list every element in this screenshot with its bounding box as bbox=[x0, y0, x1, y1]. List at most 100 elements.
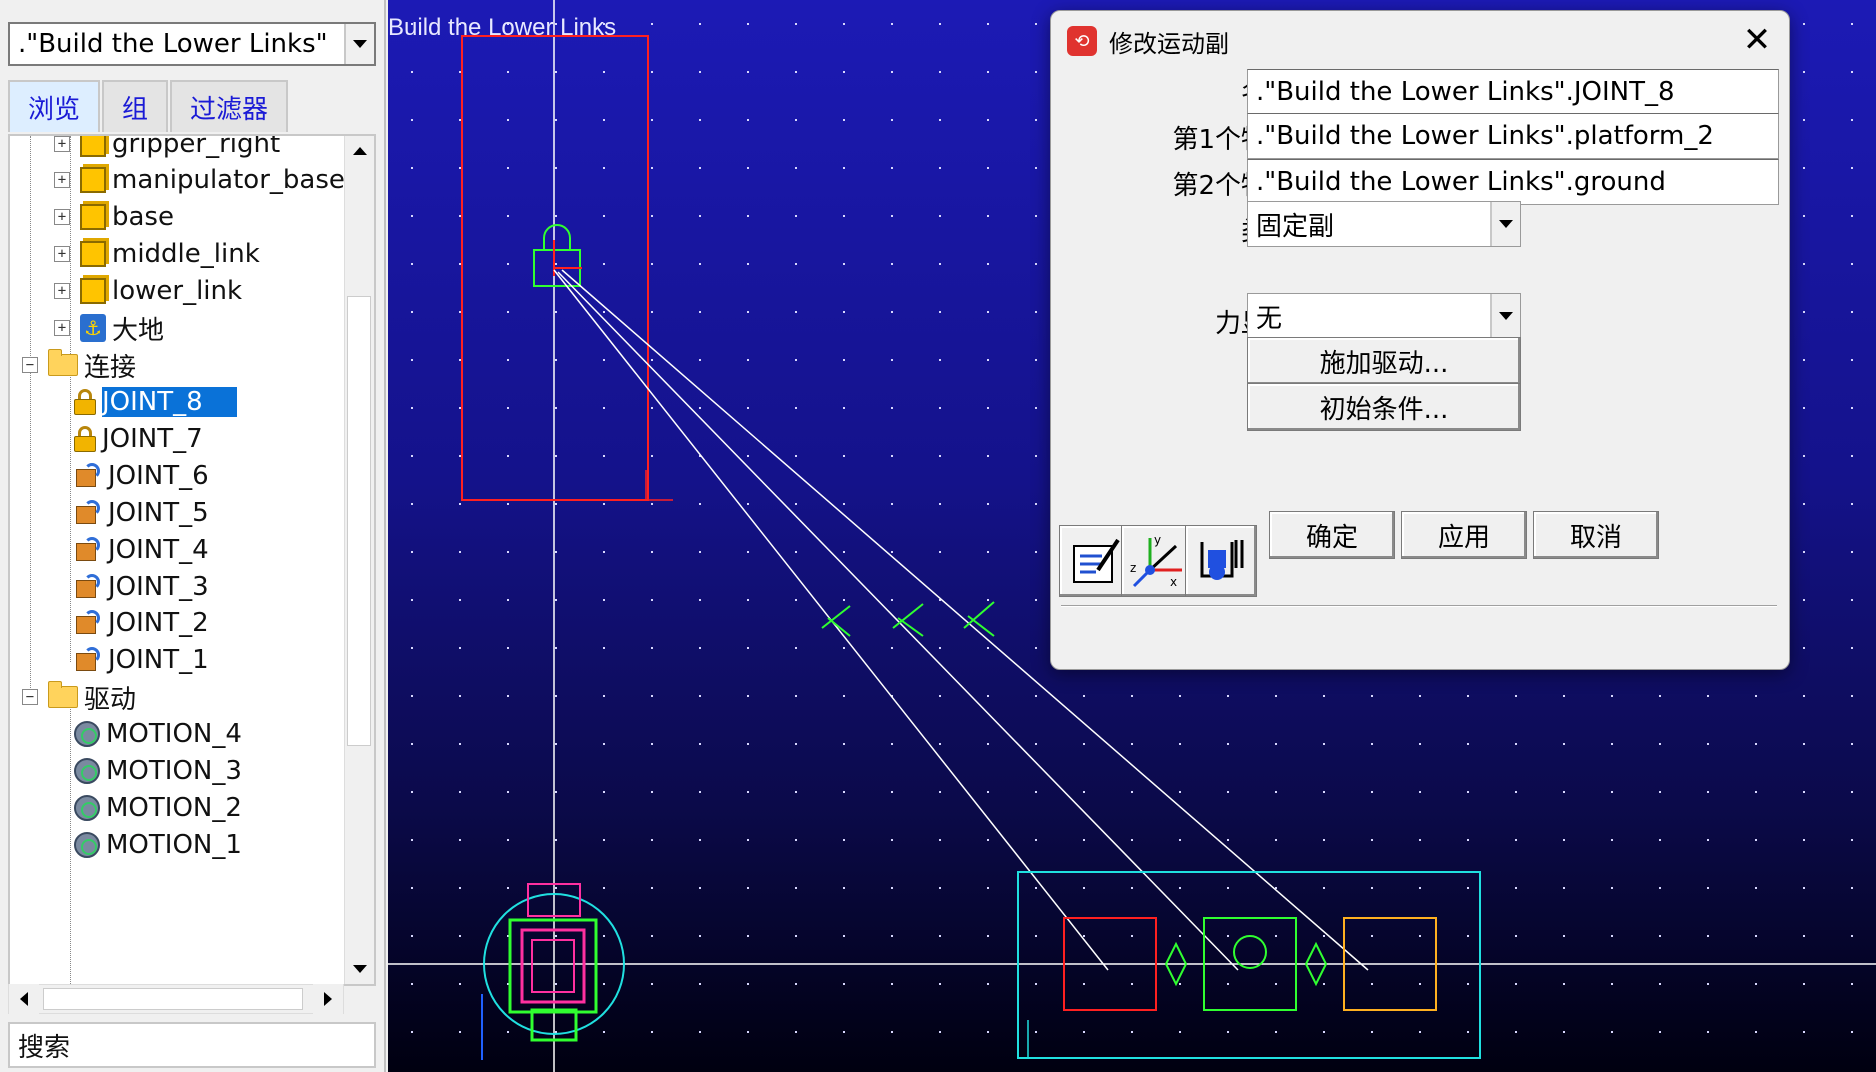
force-display-value: 无 bbox=[1256, 303, 1283, 334]
tree-item-label: JOINT_4 bbox=[108, 535, 209, 565]
ground-anchor-icon: ⚓ bbox=[80, 314, 106, 342]
tree-item-label: JOINT_5 bbox=[108, 498, 209, 528]
tree-item-joint-1[interactable]: JOINT_1 bbox=[74, 640, 209, 680]
tree-folder-connections[interactable]: − 连接 bbox=[14, 345, 136, 385]
tree-item-label: middle_link bbox=[112, 239, 260, 269]
motion-icon bbox=[74, 832, 100, 858]
tree-item-joint-5[interactable]: JOINT_5 bbox=[74, 493, 209, 533]
revolute-joint-icon bbox=[74, 537, 102, 563]
revolute-joint-icon bbox=[74, 610, 102, 636]
expand-toggle[interactable]: + bbox=[54, 172, 70, 188]
tree-item-label: base bbox=[112, 202, 174, 232]
scroll-up-button[interactable] bbox=[345, 136, 374, 166]
tree-item-label: 连接 bbox=[84, 352, 137, 383]
model-selector[interactable]: ."Build the Lower Links" bbox=[8, 22, 376, 66]
tree-item-middle-link[interactable]: + middle_link bbox=[54, 234, 260, 274]
chevron-down-icon bbox=[1499, 220, 1513, 228]
tree-item-motion-2[interactable]: MOTION_2 bbox=[74, 788, 242, 828]
tab-browse[interactable]: 浏览 bbox=[8, 80, 101, 132]
initial-conditions-button[interactable]: 初始条件... bbox=[1247, 383, 1521, 431]
joint-type-value: 固定副 bbox=[1256, 211, 1335, 242]
tree-item-joint-2[interactable]: JOINT_2 bbox=[74, 603, 209, 643]
tab-groups[interactable]: 组 bbox=[102, 80, 169, 132]
expand-toggle[interactable]: + bbox=[54, 246, 70, 262]
tree-folder-motions[interactable]: − 驱动 bbox=[14, 677, 136, 717]
revolute-joint-icon bbox=[74, 500, 102, 526]
force-display-dropdown-button[interactable] bbox=[1490, 294, 1520, 338]
revolute-joint-icon bbox=[74, 574, 102, 600]
tree-vertical-scrollbar[interactable] bbox=[344, 136, 374, 984]
app-logo-icon: ⟲ bbox=[1067, 26, 1097, 56]
tree-item-base[interactable]: + base bbox=[54, 197, 174, 237]
scroll-thumb[interactable] bbox=[347, 296, 371, 746]
ok-button[interactable]: 确定 bbox=[1269, 511, 1395, 559]
motion-icon bbox=[74, 758, 100, 784]
tree-item-motion-1[interactable]: MOTION_1 bbox=[74, 825, 242, 865]
chevron-down-icon bbox=[353, 40, 367, 48]
revolute-joint-icon bbox=[74, 647, 102, 673]
joint-type-dropdown-button[interactable] bbox=[1490, 202, 1520, 246]
folder-icon bbox=[48, 349, 78, 376]
tab-filters[interactable]: 过滤器 bbox=[170, 80, 289, 132]
tree-horizontal-scrollbar[interactable] bbox=[8, 984, 344, 1014]
tree-item-joint-8[interactable]: JOINT_8 bbox=[74, 382, 237, 422]
scroll-thumb[interactable] bbox=[43, 988, 303, 1010]
tree-item-label: JOINT_6 bbox=[108, 461, 209, 491]
revolute-joint-icon bbox=[74, 463, 102, 489]
second-body-field[interactable]: ."Build the Lower Links".ground bbox=[1247, 159, 1779, 205]
tree-item-joint-6[interactable]: JOINT_6 bbox=[74, 456, 209, 496]
collapse-toggle[interactable]: − bbox=[22, 357, 38, 373]
model-selector-dropdown-button[interactable] bbox=[344, 24, 374, 64]
close-icon[interactable]: ✕ bbox=[1739, 23, 1775, 59]
modify-joint-dialog: ⟲ 修改运动副 ✕ 名称 ."Build the Lower Links".JO… bbox=[1050, 10, 1790, 670]
tree-item-joint-7[interactable]: JOINT_7 bbox=[74, 419, 203, 459]
cancel-button[interactable]: 取消 bbox=[1533, 511, 1659, 559]
model-browser-panel: ."Build the Lower Links" 浏览 组 过滤器 + grip… bbox=[0, 0, 386, 1072]
force-display-select[interactable]: 无 bbox=[1247, 293, 1521, 339]
scroll-down-button[interactable] bbox=[345, 954, 374, 984]
expand-toggle[interactable]: + bbox=[54, 320, 70, 336]
expand-toggle[interactable]: + bbox=[54, 283, 70, 299]
tree-item-label: JOINT_8 bbox=[102, 387, 237, 417]
tree-item-ground[interactable]: + ⚓ 大地 bbox=[54, 308, 164, 348]
impose-motion-button[interactable]: 施加驱动... bbox=[1247, 337, 1521, 385]
arrow-down-icon bbox=[353, 965, 367, 973]
tree-item-joint-4[interactable]: JOINT_4 bbox=[74, 530, 209, 570]
folder-icon bbox=[48, 681, 78, 708]
arrow-right-icon bbox=[324, 992, 332, 1006]
arrow-left-icon bbox=[20, 992, 28, 1006]
coordinate-axes-button[interactable]: y x z bbox=[1121, 525, 1193, 597]
tree-item-label: JOINT_1 bbox=[108, 645, 209, 675]
tree-item-label: MOTION_4 bbox=[106, 719, 242, 749]
joint-type-select[interactable]: 固定副 bbox=[1247, 201, 1521, 247]
joint-name-field[interactable]: ."Build the Lower Links".JOINT_8 bbox=[1247, 69, 1779, 115]
apply-button[interactable]: 应用 bbox=[1401, 511, 1527, 559]
tree-guide-line bbox=[70, 362, 71, 662]
chevron-down-icon bbox=[1499, 312, 1513, 320]
model-tree: + gripper_right + manipulator_base + bas… bbox=[8, 134, 376, 986]
tree-item-motion-4[interactable]: MOTION_4 bbox=[74, 714, 242, 754]
dialog-title: 修改运动副 bbox=[1109, 29, 1229, 58]
expand-toggle[interactable]: + bbox=[54, 136, 70, 152]
part-icon bbox=[80, 167, 106, 193]
part-icon bbox=[80, 278, 106, 304]
dialog-titlebar[interactable]: ⟲ 修改运动副 ✕ bbox=[1051, 11, 1789, 71]
tree-item-manipulator-base[interactable]: + manipulator_base bbox=[54, 160, 345, 200]
fixed-joint-lock-icon bbox=[74, 389, 96, 415]
part-icon bbox=[80, 204, 106, 230]
tree-item-joint-3[interactable]: JOINT_3 bbox=[74, 567, 209, 607]
tree-item-lower-link[interactable]: + lower_link bbox=[54, 271, 242, 311]
collapse-toggle[interactable]: − bbox=[22, 689, 38, 705]
scroll-right-button[interactable] bbox=[313, 984, 343, 1014]
tree-item-label: 驱动 bbox=[84, 684, 137, 715]
browser-search-input[interactable]: 搜索 bbox=[8, 1022, 376, 1068]
scroll-left-button[interactable] bbox=[9, 984, 39, 1014]
first-body-field[interactable]: ."Build the Lower Links".platform_2 bbox=[1247, 113, 1779, 159]
svg-text:y: y bbox=[1154, 533, 1161, 547]
measure-clamp-button[interactable] bbox=[1185, 525, 1257, 597]
tree-item-label: JOINT_2 bbox=[108, 608, 209, 638]
expand-toggle[interactable]: + bbox=[54, 209, 70, 225]
motion-icon bbox=[74, 721, 100, 747]
tree-item-motion-3[interactable]: MOTION_3 bbox=[74, 751, 242, 791]
tree-guide-line bbox=[70, 696, 71, 984]
